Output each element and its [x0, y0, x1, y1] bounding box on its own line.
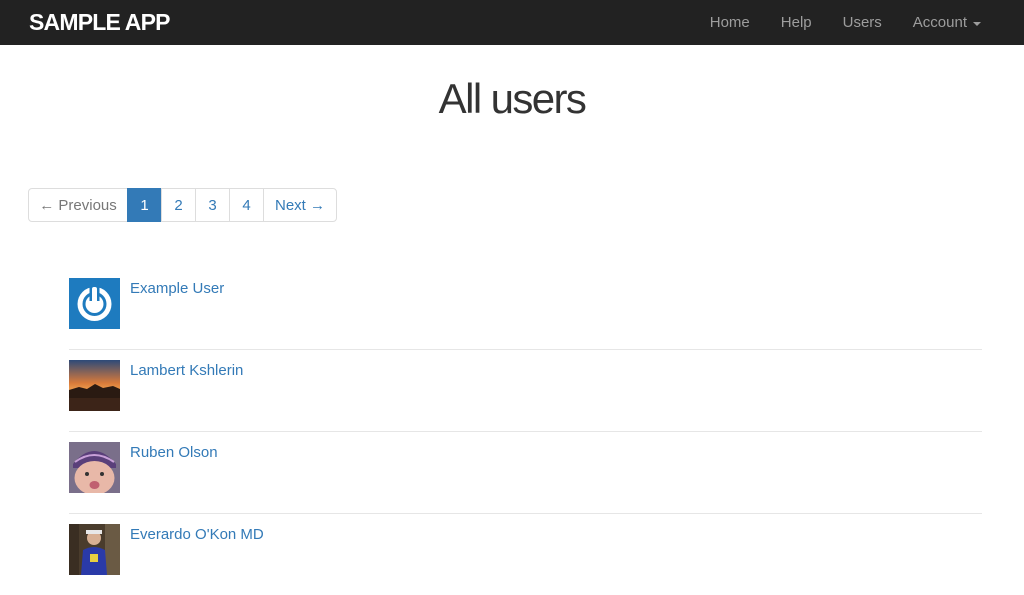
pagination: ← Previous 1 2 3 4 Next →: [28, 188, 337, 222]
nav-account-dropdown[interactable]: Account: [913, 14, 981, 31]
user-list-item: Lambert Kshlerin: [69, 350, 982, 432]
user-list: Example User Lambert Kshlerin Ruben Olso…: [69, 268, 982, 595]
power-icon-avatar[interactable]: [69, 278, 120, 329]
pagination-page-3[interactable]: 3: [195, 188, 230, 222]
person-photo-avatar[interactable]: [69, 524, 120, 575]
pagination-page-4[interactable]: 4: [229, 188, 264, 222]
sunset-photo-avatar[interactable]: [69, 360, 120, 411]
user-list-item: Everardo O'Kon MD: [69, 514, 982, 595]
user-list-item: Example User: [69, 268, 982, 350]
page-title: All users: [438, 75, 587, 122]
nav-links: Home Help Users Account: [679, 0, 981, 45]
nav-home[interactable]: Home: [710, 14, 750, 31]
user-name-link[interactable]: Lambert Kshlerin: [130, 362, 243, 379]
user-name-link[interactable]: Everardo O'Kon MD: [130, 526, 264, 543]
user-list-item: Ruben Olson: [69, 432, 982, 514]
user-name-link[interactable]: Ruben Olson: [130, 444, 218, 461]
pagination-next[interactable]: Next →: [263, 188, 337, 222]
caret-down-icon: [973, 21, 981, 26]
brand-logo[interactable]: SAMPLE APP: [29, 9, 170, 36]
pagination-page-2[interactable]: 2: [161, 188, 196, 222]
user-name-link[interactable]: Example User: [130, 280, 224, 297]
pagination-page-1[interactable]: 1: [127, 188, 162, 222]
nav-help[interactable]: Help: [781, 14, 812, 31]
pagination-previous[interactable]: ← Previous: [28, 188, 128, 222]
nav-users[interactable]: Users: [843, 14, 882, 31]
navbar: SAMPLE APP Home Help Users Account: [0, 0, 1024, 45]
child-photo-avatar[interactable]: [69, 442, 120, 493]
nav-account-label: Account: [912, 14, 967, 31]
